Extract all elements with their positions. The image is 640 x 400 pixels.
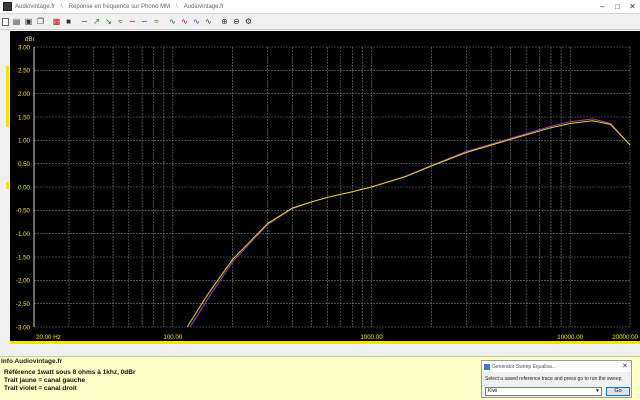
y-tick-label: 2.00: [18, 91, 31, 98]
save-icon[interactable]: ▣: [24, 17, 33, 26]
title-crumb-1: Audiovintage.fr: [15, 3, 56, 10]
zero-level-marker[interactable]: [6, 182, 9, 189]
curve-red-icon[interactable]: ∽: [128, 17, 137, 26]
frequency-response-plot[interactable]: 3.00 2.50 2.00 1.50 1.00 0.50 0.00 -0.50 -1.00 -1…: [10, 31, 640, 343]
top-level-marker[interactable]: [6, 66, 9, 127]
dialog-title-bar: Generator Sweep Equalisa... ✕: [482, 361, 631, 372]
app-icon: [3, 2, 12, 11]
reference-trace-value: Kiwi: [488, 388, 498, 394]
x-tick-label: 10000.00: [557, 334, 583, 341]
wave-icon[interactable]: ∿: [168, 17, 177, 26]
reference-trace-select[interactable]: Kiwi ▼: [485, 387, 602, 396]
x-tick-label: 20000.00: [612, 334, 638, 341]
title-separator: \: [176, 3, 178, 10]
y-tick-label: -1.50: [16, 254, 31, 261]
y-tick-label: -1.00: [16, 231, 31, 238]
dialog-message: Select a saved reference trace and press…: [485, 376, 622, 382]
curve-compare-icon[interactable]: ≈: [152, 17, 161, 26]
close-icon[interactable]: ✕: [625, 0, 640, 13]
bottom-marker-bar: [10, 341, 640, 344]
wave-red-icon[interactable]: ∿: [180, 17, 189, 26]
y-tick-label: 0.00: [18, 184, 31, 191]
title-crumb-3: Audiovintage.fr: [183, 3, 224, 10]
y-tick-label: 3.00: [18, 44, 31, 51]
y-tick-label: 1.50: [18, 114, 31, 121]
title-separator: \: [61, 3, 63, 10]
y-tick-label: -3.00: [16, 324, 31, 331]
curve-up-icon[interactable]: ↗: [92, 17, 101, 26]
title-crumb-2: Réponse en fréquence sur Phono MM: [68, 3, 171, 10]
zoom-in-icon[interactable]: ⊕: [220, 17, 229, 26]
info-line-right-channel: Trait violet = canal droit: [4, 385, 77, 392]
wave-green-icon[interactable]: ∿: [204, 17, 213, 26]
go-button[interactable]: Go: [606, 387, 630, 396]
curve-flat-icon[interactable]: ≈: [116, 17, 125, 26]
minimize-icon[interactable]: –: [595, 0, 610, 13]
curve-blue-icon[interactable]: ∽: [140, 17, 149, 26]
dialog-app-icon: [484, 363, 490, 370]
chevron-down-icon: ▼: [595, 388, 600, 394]
x-tick-label: 20.00 Hz: [36, 334, 61, 341]
y-tick-label: -2.50: [16, 301, 31, 308]
left-marker-strip: [0, 31, 10, 343]
y-tick-label: 2.50: [18, 68, 31, 75]
info-line-left-channel: Trait jaune = canal gauche: [4, 377, 86, 384]
settings-icon[interactable]: ⚙: [244, 17, 253, 26]
y-tick-label: 0.50: [18, 161, 31, 168]
dialog-close-icon[interactable]: ✕: [622, 361, 628, 372]
print-icon[interactable]: ▩: [52, 17, 61, 26]
wave-blue-icon[interactable]: ∿: [192, 17, 201, 26]
generator-icon[interactable]: ■: [64, 17, 73, 26]
series-line: [189, 118, 631, 327]
y-tick-label: 1.00: [18, 138, 31, 145]
info-title: Info Audiovintage.fr: [1, 358, 63, 365]
x-tick-label: 100.00: [163, 334, 182, 341]
y-axis-label: dBr: [25, 36, 35, 43]
title-bar: Audiovintage.fr \ Réponse en fréquence s…: [0, 0, 640, 14]
maximize-icon[interactable]: □: [610, 0, 625, 13]
info-line-reference: Référence 1watt sous 8 ohms à 1khz, 0dBr: [4, 369, 136, 376]
toolbar: ▤ ▣ ❐ ▩ ■ ∽ ↗ ↘ ≈ ∽ ∽ ≈ ∿ ∿ ∿ ∿ ⊕ ⊖ ⚙: [0, 14, 640, 30]
dialog-title: Generator Sweep Equalisa...: [492, 363, 556, 370]
new-doc-icon[interactable]: [2, 17, 9, 26]
y-tick-label: -0.50: [16, 208, 31, 215]
series-line: [186, 120, 631, 327]
y-tick-label: -2.00: [16, 278, 31, 285]
copy-icon[interactable]: ❐: [36, 17, 45, 26]
x-tick-label: 1000.00: [360, 334, 383, 341]
open-folder-icon[interactable]: ▤: [12, 17, 21, 26]
curve-down-icon[interactable]: ↘: [104, 17, 113, 26]
zoom-out-icon[interactable]: ⊖: [232, 17, 241, 26]
curve-icon[interactable]: ∽: [80, 17, 89, 26]
generator-sweep-dialog: Generator Sweep Equalisa... ✕ Select a s…: [481, 360, 632, 398]
plot-canvas: 3.00 2.50 2.00 1.50 1.00 0.50 0.00 -0.50 -1.00 -1…: [16, 36, 639, 341]
